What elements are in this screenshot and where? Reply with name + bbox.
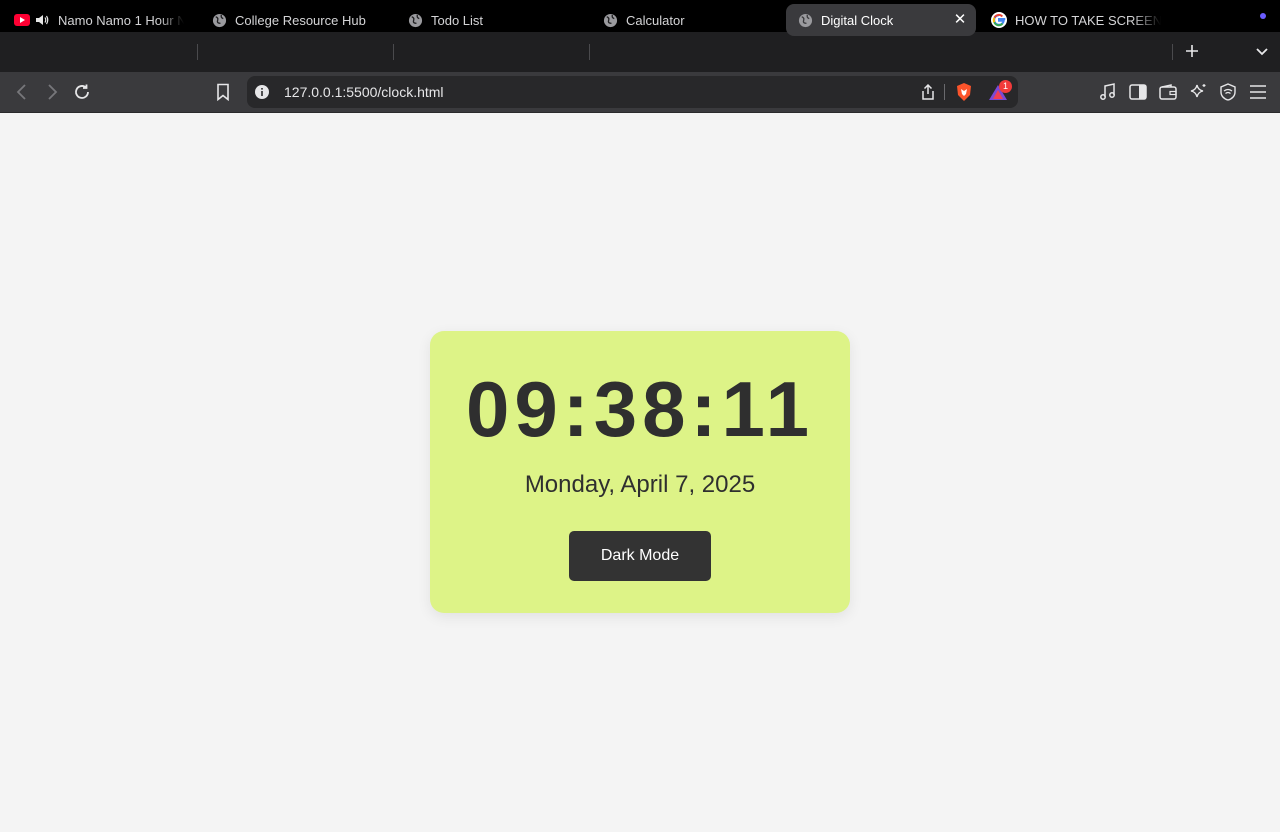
sidebar-toggle-icon[interactable] bbox=[1126, 80, 1150, 104]
tab-strip bbox=[0, 32, 1280, 72]
music-note-icon[interactable] bbox=[1096, 80, 1120, 104]
globe-icon bbox=[211, 12, 227, 28]
close-tab-icon[interactable]: ✕ bbox=[952, 12, 968, 28]
vpn-shield-icon[interactable] bbox=[1216, 80, 1240, 104]
forward-icon[interactable] bbox=[40, 80, 64, 104]
rewards-notification-badge: 1 bbox=[999, 80, 1012, 93]
tab-separator bbox=[589, 44, 590, 60]
share-icon[interactable] bbox=[916, 80, 940, 104]
tab-label: Digital Clock bbox=[821, 12, 894, 28]
tab-todo-list[interactable]: Todo List bbox=[407, 4, 577, 36]
tab-separator bbox=[1172, 44, 1173, 60]
tab-college-resource-hub[interactable]: College Resource Hub bbox=[211, 4, 381, 36]
tab-youtube[interactable]: Namo Namo 1 Hour Nonstop bbox=[14, 4, 184, 36]
tab-label: College Resource Hub bbox=[235, 12, 366, 28]
back-icon[interactable] bbox=[10, 80, 34, 104]
speaker-icon[interactable] bbox=[34, 12, 50, 28]
tab-calculator[interactable]: Calculator bbox=[602, 4, 772, 36]
google-icon bbox=[991, 12, 1007, 28]
globe-icon bbox=[797, 12, 813, 28]
tab-label: Calculator bbox=[626, 12, 685, 28]
tab-list-chevron-down-icon[interactable] bbox=[1252, 42, 1272, 62]
clock-time: 09:38:11 bbox=[466, 365, 814, 453]
clock-date: Monday, April 7, 2025 bbox=[524, 471, 756, 498]
tab-label: HOW TO TAKE SCREEN SHOT bbox=[1015, 12, 1161, 28]
reload-icon[interactable] bbox=[70, 80, 94, 104]
menu-hamburger-icon[interactable] bbox=[1246, 80, 1270, 104]
tab-label: Namo Namo 1 Hour Nonstop bbox=[58, 12, 184, 28]
url-text[interactable]: 127.0.0.1:5500/clock.html bbox=[284, 84, 444, 100]
tab-separator bbox=[197, 44, 198, 60]
site-info-icon[interactable] bbox=[250, 80, 274, 104]
youtube-icon bbox=[14, 12, 30, 28]
dark-mode-button[interactable]: Dark Mode bbox=[569, 531, 711, 581]
globe-icon bbox=[602, 12, 618, 28]
status-dot bbox=[1260, 13, 1266, 19]
globe-icon bbox=[407, 12, 423, 28]
bookmark-icon[interactable] bbox=[211, 80, 235, 104]
tab-label: Todo List bbox=[431, 12, 484, 28]
leo-ai-sparkle-icon[interactable] bbox=[1186, 80, 1210, 104]
brave-shields-icon[interactable] bbox=[952, 80, 976, 104]
address-bar-divider bbox=[944, 84, 945, 100]
tab-separator bbox=[393, 44, 394, 60]
tab-google-search[interactable]: HOW TO TAKE SCREEN SHOT bbox=[991, 4, 1161, 36]
tab-digital-clock[interactable]: Digital Clock ✕ bbox=[786, 4, 976, 36]
new-tab-plus-icon[interactable] bbox=[1182, 42, 1202, 62]
wallet-icon[interactable] bbox=[1156, 80, 1180, 104]
